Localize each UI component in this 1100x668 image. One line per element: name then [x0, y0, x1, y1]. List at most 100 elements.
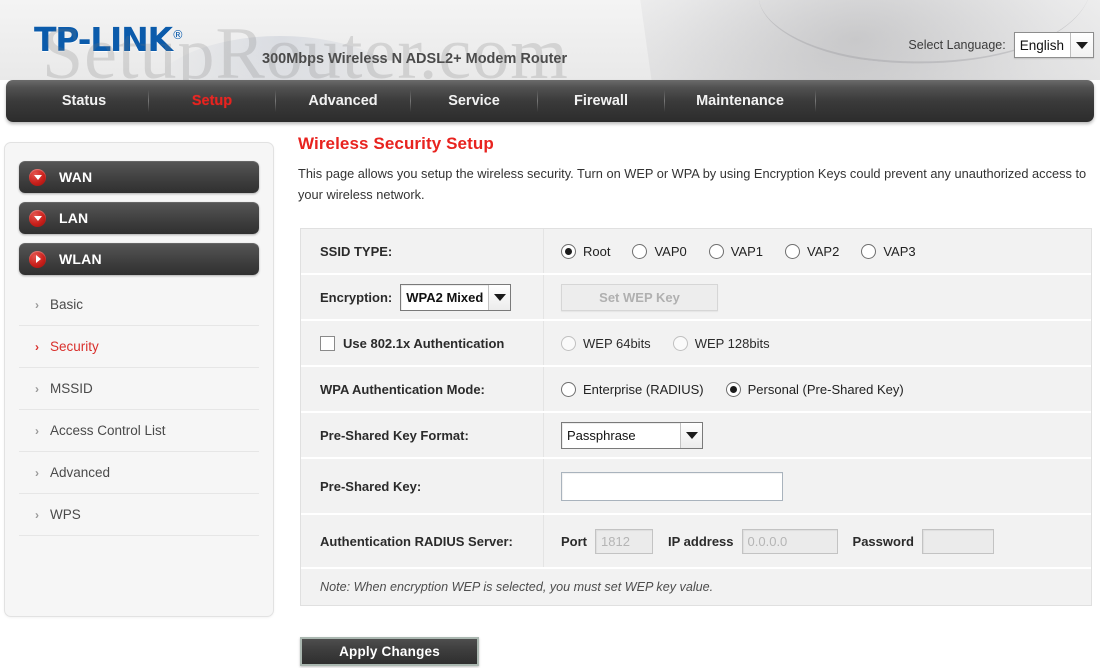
- language-selector-group: Select Language: English: [908, 32, 1094, 58]
- chevron-right-icon: ›: [35, 381, 39, 396]
- radio-button[interactable]: [708, 243, 724, 259]
- set-wep-key-button[interactable]: Set WEP Key: [561, 283, 718, 311]
- psk-format-label: Pre-Shared Key Format:: [301, 413, 544, 457]
- ssid-type-radio-vap1[interactable]: VAP1: [708, 243, 763, 259]
- sidebar-item-label: Basic: [50, 297, 84, 312]
- sidebar-group-lan[interactable]: LAN: [19, 202, 259, 234]
- sidebar-item-label: MSSID: [50, 381, 93, 396]
- page-header: TP-LINK® 300Mbps Wireless N ADSL2+ Modem…: [0, 0, 1100, 80]
- encryption-selected-value: WPA2 Mixed: [406, 289, 484, 305]
- sidebar-item-advanced[interactable]: › Advanced: [19, 452, 259, 494]
- row-psk-format: Pre-Shared Key Format: Passphrase: [301, 413, 1091, 459]
- psk-format-selected-value: Passphrase: [567, 427, 636, 443]
- page-title: Wireless Security Setup: [298, 134, 494, 153]
- ssid-type-label: SSID TYPE:: [301, 229, 544, 273]
- sidebar-group-wan[interactable]: WAN: [19, 161, 259, 193]
- chevron-right-icon: ›: [35, 507, 39, 522]
- radius-password-input[interactable]: [921, 528, 994, 554]
- sidebar-group-label: LAN: [59, 210, 89, 226]
- radius-ip-input[interactable]: [741, 528, 838, 554]
- wep-bits-radio-wep-128bits[interactable]: WEP 128bits: [672, 335, 770, 351]
- wep-bits-radio-wep-64bits[interactable]: WEP 64bits: [561, 335, 651, 351]
- row-encryption: Encryption: WPA2 Mixed Set WEP Key: [301, 275, 1091, 321]
- ssid-type-radio-vap3[interactable]: VAP3: [861, 243, 916, 259]
- psk-control: [544, 459, 1091, 513]
- radius-port-input[interactable]: [595, 528, 653, 554]
- apply-changes-button[interactable]: Apply Changes: [300, 637, 479, 666]
- language-select[interactable]: English: [1013, 32, 1094, 58]
- pre-shared-key-input[interactable]: [561, 471, 783, 501]
- encryption-select[interactable]: WPA2 Mixed: [400, 283, 512, 311]
- nav-item-maintenance[interactable]: Maintenance: [665, 80, 815, 122]
- apply-changes-area: Apply Changes: [300, 637, 479, 666]
- radius-controls: Port IP address Password: [544, 515, 1091, 567]
- psk-format-select[interactable]: Passphrase: [561, 421, 703, 449]
- wpa-mode-radio-enterprise-radius[interactable]: Enterprise (RADIUS): [561, 381, 704, 397]
- ssid-type-radio-vap0[interactable]: VAP0: [632, 243, 687, 259]
- radio-button[interactable]: [561, 243, 576, 259]
- ssid-type-radio-vap2[interactable]: VAP2: [785, 243, 839, 259]
- radio-label: Personal (Pre-Shared Key): [747, 381, 904, 397]
- router-admin-page: TP-LINK® 300Mbps Wireless N ADSL2+ Modem…: [0, 0, 1100, 668]
- language-label: Select Language:: [908, 38, 1006, 52]
- form-note: Note: When encryption WEP is selected, y…: [301, 569, 1091, 605]
- sidebar-item-mssid[interactable]: › MSSID: [19, 368, 259, 410]
- logo-text: TP-LINK: [34, 20, 173, 59]
- radius-password-label: Password: [852, 533, 914, 549]
- radio-button[interactable]: [561, 335, 576, 351]
- encryption-label-cell: Encryption: WPA2 Mixed: [301, 275, 544, 319]
- radio-button[interactable]: [561, 381, 576, 397]
- radio-button[interactable]: [725, 381, 741, 397]
- row-wpa-auth-mode: WPA Authentication Mode: Enterprise (RAD…: [301, 367, 1091, 413]
- sidebar-item-label: Access Control List: [50, 423, 166, 438]
- row-dot1x: Use 802.1x Authentication WEP 64bits WEP …: [301, 321, 1091, 367]
- row-radius: Authentication RADIUS Server: Port IP ad…: [301, 515, 1091, 569]
- nav-item-advanced[interactable]: Advanced: [276, 80, 410, 122]
- radio-label: WEP 128bits: [694, 335, 770, 351]
- chevron-down-icon: [29, 168, 46, 186]
- sidebar-group-label: WLAN: [59, 251, 102, 267]
- content-header: Wireless Security Setup This page allows…: [296, 134, 1096, 205]
- chevron-right-icon: [29, 250, 46, 268]
- radius-ip-label: IP address: [668, 533, 734, 549]
- ssid-type-options: Root VAP0 VAP1 VAP2 VAP3: [544, 229, 1091, 273]
- page-description: This page allows you setup the wireless …: [298, 166, 1087, 203]
- ssid-type-radio-root[interactable]: Root: [561, 243, 611, 259]
- sidebar-item-security[interactable]: › Security: [19, 326, 259, 368]
- sidebar-item-label: Advanced: [50, 465, 111, 480]
- wpa-auth-mode-options: Enterprise (RADIUS) Personal (Pre-Shared …: [544, 367, 1091, 411]
- radio-label: Root: [583, 243, 611, 259]
- chevron-right-icon: ›: [35, 423, 39, 438]
- main-navigation: Status Setup Advanced Service Firewall Mainte…: [6, 80, 1094, 122]
- radio-button[interactable]: [861, 243, 877, 259]
- nav-item-firewall[interactable]: Firewall: [538, 80, 664, 122]
- nav-item-status[interactable]: Status: [20, 80, 148, 122]
- sidebar-item-access-control-list[interactable]: › Access Control List: [19, 410, 259, 452]
- router-model-text: 300Mbps Wireless N ADSL2+ Modem Router: [262, 51, 568, 67]
- radio-button[interactable]: [632, 243, 648, 259]
- chevron-down-icon: [29, 209, 46, 227]
- sidebar-group-label: WAN: [59, 169, 93, 185]
- chevron-right-icon: ›: [35, 339, 39, 354]
- sidebar-item-label: WPS: [50, 507, 81, 522]
- wireless-security-form: SSID TYPE: Root VAP0 VAP1 VAP2 VAP3 Encrypti…: [300, 228, 1092, 606]
- nav-item-service[interactable]: Service: [411, 80, 537, 122]
- use-8021x-checkbox[interactable]: [320, 335, 335, 351]
- radio-label: VAP3: [883, 243, 916, 259]
- radio-button[interactable]: [672, 335, 688, 351]
- radio-button[interactable]: [785, 243, 801, 259]
- psk-format-control: Passphrase: [544, 413, 1091, 457]
- wep-bits-options: WEP 64bits WEP 128bits: [544, 321, 1091, 365]
- sidebar-item-basic[interactable]: › Basic: [19, 284, 259, 326]
- nav-item-setup[interactable]: Setup: [149, 80, 275, 122]
- row-psk: Pre-Shared Key:: [301, 459, 1091, 515]
- encryption-actions: Set WEP Key: [544, 275, 1091, 319]
- psk-label: Pre-Shared Key:: [301, 459, 544, 513]
- chevron-right-icon: ›: [35, 297, 39, 312]
- sidebar-group-wlan[interactable]: WLAN: [19, 243, 259, 275]
- radius-port-label: Port: [561, 533, 587, 549]
- registered-mark-icon: ®: [171, 28, 184, 42]
- wpa-mode-radio-personal-pre-shared-key[interactable]: Personal (Pre-Shared Key): [725, 381, 904, 397]
- sidebar-item-wps[interactable]: › WPS: [19, 494, 259, 536]
- radio-label: Enterprise (RADIUS): [583, 381, 704, 397]
